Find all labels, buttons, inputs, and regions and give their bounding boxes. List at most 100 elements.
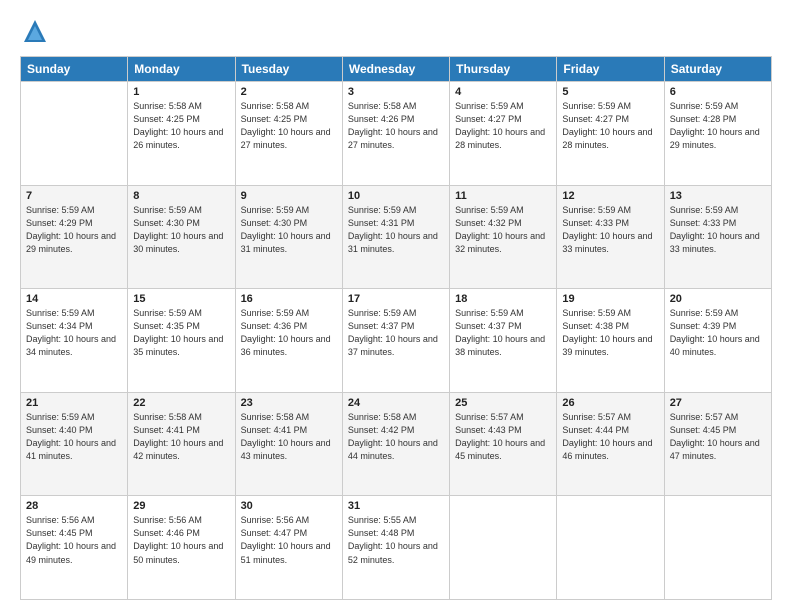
day-cell: 14 Sunrise: 5:59 AMSunset: 4:34 PMDayligh… bbox=[21, 289, 128, 393]
day-number: 30 bbox=[241, 500, 337, 512]
day-cell: 3 Sunrise: 5:58 AMSunset: 4:26 PMDaylight… bbox=[342, 82, 449, 186]
day-number: 7 bbox=[26, 190, 122, 202]
header-cell-thursday: Thursday bbox=[450, 57, 557, 82]
day-info: Sunrise: 5:58 AMSunset: 4:42 PMDaylight:… bbox=[348, 411, 444, 463]
week-row-3: 14 Sunrise: 5:59 AMSunset: 4:34 PMDayligh… bbox=[21, 289, 772, 393]
day-cell: 15 Sunrise: 5:59 AMSunset: 4:35 PMDayligh… bbox=[128, 289, 235, 393]
day-info: Sunrise: 5:59 AMSunset: 4:34 PMDaylight:… bbox=[26, 307, 122, 359]
day-cell: 31 Sunrise: 5:55 AMSunset: 4:48 PMDayligh… bbox=[342, 496, 449, 600]
day-number: 20 bbox=[670, 293, 766, 305]
day-number: 15 bbox=[133, 293, 229, 305]
header-cell-tuesday: Tuesday bbox=[235, 57, 342, 82]
day-number: 26 bbox=[562, 397, 658, 409]
day-cell: 18 Sunrise: 5:59 AMSunset: 4:37 PMDayligh… bbox=[450, 289, 557, 393]
day-info: Sunrise: 5:58 AMSunset: 4:25 PMDaylight:… bbox=[133, 100, 229, 152]
day-number: 19 bbox=[562, 293, 658, 305]
day-number: 23 bbox=[241, 397, 337, 409]
week-row-5: 28Sunrise: 5:56 AMSunset: 4:45 PMDayligh… bbox=[21, 496, 772, 600]
day-number: 12 bbox=[562, 190, 658, 202]
day-cell: 27Sunrise: 5:57 AMSunset: 4:45 PMDayligh… bbox=[664, 392, 771, 496]
day-cell: 22 Sunrise: 5:58 AMSunset: 4:41 PMDayligh… bbox=[128, 392, 235, 496]
day-info: Sunrise: 5:59 AMSunset: 4:36 PMDaylight:… bbox=[241, 307, 337, 359]
day-info: Sunrise: 5:59 AMSunset: 4:33 PMDaylight:… bbox=[670, 204, 766, 256]
day-cell: 26 Sunrise: 5:57 AMSunset: 4:44 PMDayligh… bbox=[557, 392, 664, 496]
day-number: 25 bbox=[455, 397, 551, 409]
day-cell: 6 Sunrise: 5:59 AMSunset: 4:28 PMDaylight… bbox=[664, 82, 771, 186]
day-info: Sunrise: 5:58 AMSunset: 4:41 PMDaylight:… bbox=[241, 411, 337, 463]
day-number: 31 bbox=[348, 500, 444, 512]
day-cell: 28Sunrise: 5:56 AMSunset: 4:45 PMDayligh… bbox=[21, 496, 128, 600]
day-info: Sunrise: 5:59 AMSunset: 4:30 PMDaylight:… bbox=[133, 204, 229, 256]
day-number: 24 bbox=[348, 397, 444, 409]
day-number: 1 bbox=[133, 86, 229, 98]
day-info: Sunrise: 5:56 AMSunset: 4:46 PMDaylight:… bbox=[133, 514, 229, 566]
header bbox=[20, 16, 772, 46]
day-number: 11 bbox=[455, 190, 551, 202]
day-info: Sunrise: 5:58 AMSunset: 4:26 PMDaylight:… bbox=[348, 100, 444, 152]
day-info: Sunrise: 5:59 AMSunset: 4:27 PMDaylight:… bbox=[455, 100, 551, 152]
day-cell bbox=[664, 496, 771, 600]
day-info: Sunrise: 5:59 AMSunset: 4:28 PMDaylight:… bbox=[670, 100, 766, 152]
day-cell bbox=[450, 496, 557, 600]
day-info: Sunrise: 5:59 AMSunset: 4:33 PMDaylight:… bbox=[562, 204, 658, 256]
header-cell-monday: Monday bbox=[128, 57, 235, 82]
logo-icon bbox=[20, 16, 50, 46]
day-cell: 4Sunrise: 5:59 AMSunset: 4:27 PMDaylight… bbox=[450, 82, 557, 186]
day-number: 28 bbox=[26, 500, 122, 512]
week-row-4: 21Sunrise: 5:59 AMSunset: 4:40 PMDayligh… bbox=[21, 392, 772, 496]
day-info: Sunrise: 5:59 AMSunset: 4:38 PMDaylight:… bbox=[562, 307, 658, 359]
day-number: 10 bbox=[348, 190, 444, 202]
day-cell: 21Sunrise: 5:59 AMSunset: 4:40 PMDayligh… bbox=[21, 392, 128, 496]
day-info: Sunrise: 5:57 AMSunset: 4:45 PMDaylight:… bbox=[670, 411, 766, 463]
day-info: Sunrise: 5:59 AMSunset: 4:35 PMDaylight:… bbox=[133, 307, 229, 359]
day-cell: 8 Sunrise: 5:59 AMSunset: 4:30 PMDaylight… bbox=[128, 185, 235, 289]
day-number: 8 bbox=[133, 190, 229, 202]
day-info: Sunrise: 5:59 AMSunset: 4:29 PMDaylight:… bbox=[26, 204, 122, 256]
day-cell: 12 Sunrise: 5:59 AMSunset: 4:33 PMDayligh… bbox=[557, 185, 664, 289]
day-info: Sunrise: 5:55 AMSunset: 4:48 PMDaylight:… bbox=[348, 514, 444, 566]
day-info: Sunrise: 5:59 AMSunset: 4:40 PMDaylight:… bbox=[26, 411, 122, 463]
header-cell-wednesday: Wednesday bbox=[342, 57, 449, 82]
day-number: 3 bbox=[348, 86, 444, 98]
day-info: Sunrise: 5:59 AMSunset: 4:37 PMDaylight:… bbox=[455, 307, 551, 359]
day-cell: 19 Sunrise: 5:59 AMSunset: 4:38 PMDayligh… bbox=[557, 289, 664, 393]
calendar-table: SundayMondayTuesdayWednesdayThursdayFrid… bbox=[20, 56, 772, 600]
day-cell: 17Sunrise: 5:59 AMSunset: 4:37 PMDayligh… bbox=[342, 289, 449, 393]
day-cell: 29Sunrise: 5:56 AMSunset: 4:46 PMDayligh… bbox=[128, 496, 235, 600]
day-number: 6 bbox=[670, 86, 766, 98]
day-info: Sunrise: 5:59 AMSunset: 4:31 PMDaylight:… bbox=[348, 204, 444, 256]
day-info: Sunrise: 5:59 AMSunset: 4:39 PMDaylight:… bbox=[670, 307, 766, 359]
week-row-2: 7 Sunrise: 5:59 AMSunset: 4:29 PMDaylight… bbox=[21, 185, 772, 289]
day-cell: 13 Sunrise: 5:59 AMSunset: 4:33 PMDayligh… bbox=[664, 185, 771, 289]
day-cell: 11 Sunrise: 5:59 AMSunset: 4:32 PMDayligh… bbox=[450, 185, 557, 289]
day-number: 16 bbox=[241, 293, 337, 305]
day-info: Sunrise: 5:58 AMSunset: 4:41 PMDaylight:… bbox=[133, 411, 229, 463]
header-row: SundayMondayTuesdayWednesdayThursdayFrid… bbox=[21, 57, 772, 82]
day-number: 13 bbox=[670, 190, 766, 202]
day-cell: 9 Sunrise: 5:59 AMSunset: 4:30 PMDaylight… bbox=[235, 185, 342, 289]
day-number: 14 bbox=[26, 293, 122, 305]
logo bbox=[20, 16, 54, 46]
day-number: 17 bbox=[348, 293, 444, 305]
day-number: 5 bbox=[562, 86, 658, 98]
day-info: Sunrise: 5:57 AMSunset: 4:44 PMDaylight:… bbox=[562, 411, 658, 463]
day-cell: 30 Sunrise: 5:56 AMSunset: 4:47 PMDayligh… bbox=[235, 496, 342, 600]
day-info: Sunrise: 5:59 AMSunset: 4:32 PMDaylight:… bbox=[455, 204, 551, 256]
day-info: Sunrise: 5:56 AMSunset: 4:47 PMDaylight:… bbox=[241, 514, 337, 566]
day-cell: 23 Sunrise: 5:58 AMSunset: 4:41 PMDayligh… bbox=[235, 392, 342, 496]
header-cell-saturday: Saturday bbox=[664, 57, 771, 82]
page: SundayMondayTuesdayWednesdayThursdayFrid… bbox=[0, 0, 792, 612]
day-number: 9 bbox=[241, 190, 337, 202]
day-info: Sunrise: 5:59 AMSunset: 4:27 PMDaylight:… bbox=[562, 100, 658, 152]
day-cell: 25 Sunrise: 5:57 AMSunset: 4:43 PMDayligh… bbox=[450, 392, 557, 496]
day-number: 18 bbox=[455, 293, 551, 305]
day-info: Sunrise: 5:59 AMSunset: 4:30 PMDaylight:… bbox=[241, 204, 337, 256]
day-cell: 16 Sunrise: 5:59 AMSunset: 4:36 PMDayligh… bbox=[235, 289, 342, 393]
day-cell bbox=[557, 496, 664, 600]
day-info: Sunrise: 5:58 AMSunset: 4:25 PMDaylight:… bbox=[241, 100, 337, 152]
day-number: 22 bbox=[133, 397, 229, 409]
header-cell-sunday: Sunday bbox=[21, 57, 128, 82]
day-info: Sunrise: 5:57 AMSunset: 4:43 PMDaylight:… bbox=[455, 411, 551, 463]
day-cell: 1 Sunrise: 5:58 AMSunset: 4:25 PMDaylight… bbox=[128, 82, 235, 186]
day-cell: 10 Sunrise: 5:59 AMSunset: 4:31 PMDayligh… bbox=[342, 185, 449, 289]
